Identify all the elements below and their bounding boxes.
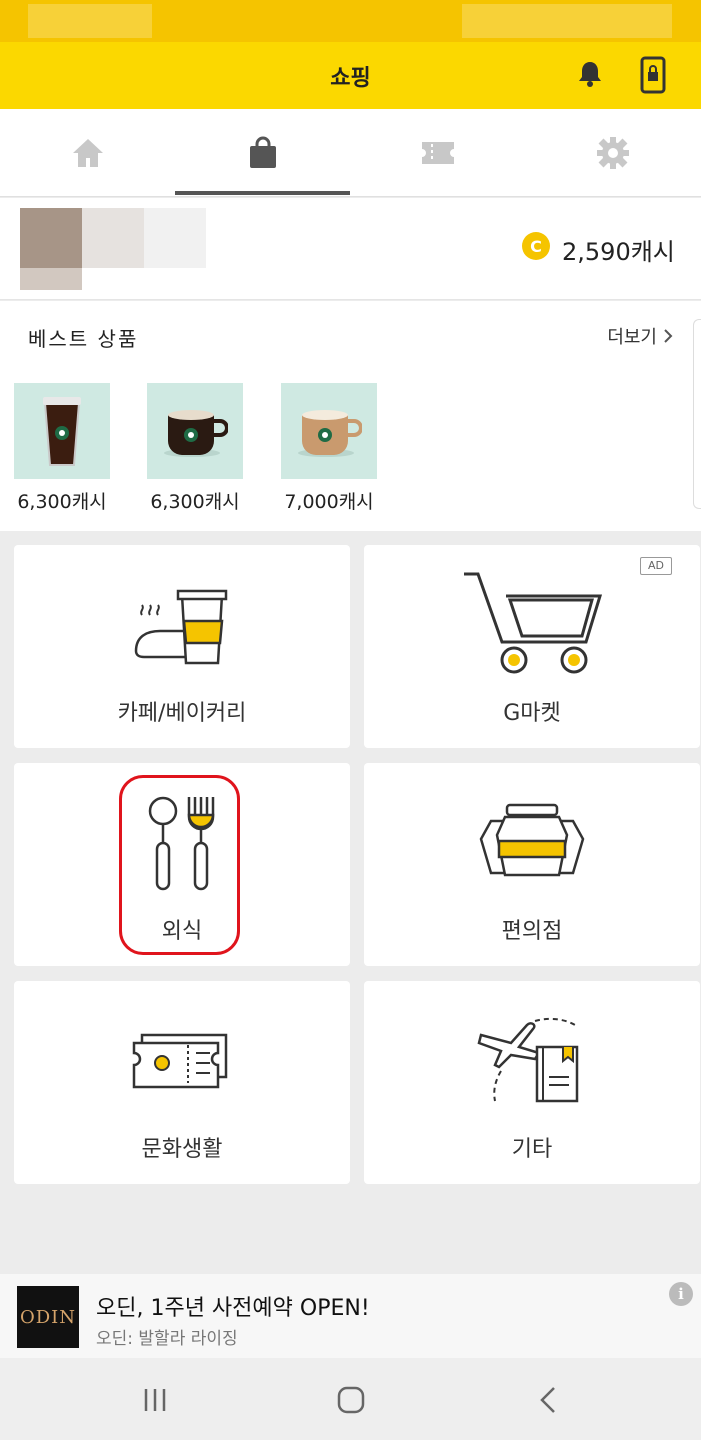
tab-selected-indicator — [175, 191, 350, 195]
tab-shopping[interactable] — [175, 109, 350, 197]
product-card[interactable]: 7,000캐시 — [281, 383, 377, 514]
home-circle-icon — [337, 1386, 365, 1414]
latte-mug-icon — [281, 383, 377, 479]
recent-apps-icon — [144, 1389, 166, 1411]
profile-section: C 2,590캐시 — [0, 198, 701, 300]
back-button[interactable] — [526, 1378, 570, 1422]
home-icon — [72, 139, 103, 167]
tab-ticket[interactable] — [350, 109, 525, 197]
selection-highlight — [119, 775, 240, 955]
category-label: 기타 — [511, 1137, 553, 1162]
phone-lock-icon[interactable] — [636, 54, 670, 96]
cafe-bakery-icon — [14, 565, 350, 685]
recent-apps-button[interactable] — [133, 1378, 177, 1422]
category-label: 편의점 — [501, 919, 563, 944]
gear-icon — [596, 137, 629, 169]
convenience-store-icon — [364, 783, 700, 903]
game-logo: ODIN — [17, 1286, 79, 1348]
product-price: 7,000캐시 — [284, 491, 374, 513]
more-link-label: 더보기 — [607, 327, 657, 348]
category-tile-etc[interactable]: 기타 — [364, 981, 700, 1184]
system-nav-bar — [0, 1358, 701, 1440]
category-tile-convenience[interactable]: 편의점 — [364, 763, 700, 966]
app-header: 쇼핑 — [0, 42, 701, 109]
travel-book-icon — [364, 1001, 700, 1121]
avatar[interactable] — [20, 208, 206, 290]
tab-home[interactable] — [0, 109, 175, 197]
status-blurred-area — [28, 4, 152, 38]
best-products-section: 베스트 상품 더보기 6,300캐시 6,300캐시 7,000캐시 — [0, 301, 701, 531]
ad-banner[interactable]: ODIN 오딘, 1주년 사전예약 OPEN! 오딘: 발할라 라이징 i — [0, 1274, 701, 1358]
tab-bar — [0, 109, 701, 197]
section-title: 베스트 상품 — [28, 327, 139, 351]
coin-icon: C — [522, 232, 550, 260]
more-link[interactable]: 더보기 — [607, 323, 673, 349]
status-blurred-area — [462, 4, 672, 38]
bell-icon[interactable] — [572, 56, 608, 92]
chevron-right-icon — [664, 329, 673, 343]
category-tile-cafe-bakery[interactable]: 카페/베이커리 — [14, 545, 350, 748]
scroll-indicator — [693, 319, 701, 509]
product-price: 6,300캐시 — [150, 491, 240, 513]
product-card[interactable]: 6,300캐시 — [14, 383, 110, 514]
cash-balance[interactable]: 2,590캐시 — [562, 232, 675, 267]
category-tile-culture[interactable]: 문화생활 — [14, 981, 350, 1184]
category-tile-gmarket[interactable]: AD G마켓 — [364, 545, 700, 748]
ticket-icon — [421, 142, 454, 164]
ticket-culture-icon — [14, 1001, 350, 1121]
banner-subtitle: 오딘: 발할라 라이징 — [96, 1329, 238, 1349]
status-bar — [0, 0, 701, 42]
category-label: G마켓 — [503, 701, 561, 726]
home-button[interactable] — [329, 1378, 373, 1422]
iced-coffee-icon — [14, 383, 110, 479]
product-price: 6,300캐시 — [17, 491, 107, 513]
shopping-cart-icon — [364, 565, 700, 685]
back-icon — [540, 1387, 555, 1413]
banner-title: 오딘, 1주년 사전예약 OPEN! — [96, 1296, 370, 1321]
info-icon[interactable]: i — [669, 1282, 693, 1306]
shopping-bag-icon — [249, 136, 276, 168]
product-card[interactable]: 6,300캐시 — [147, 383, 243, 514]
category-label: 카페/베이커리 — [117, 701, 247, 726]
category-label: 문화생활 — [141, 1137, 223, 1162]
tab-settings[interactable] — [525, 109, 700, 197]
hot-coffee-mug-icon — [147, 383, 243, 479]
